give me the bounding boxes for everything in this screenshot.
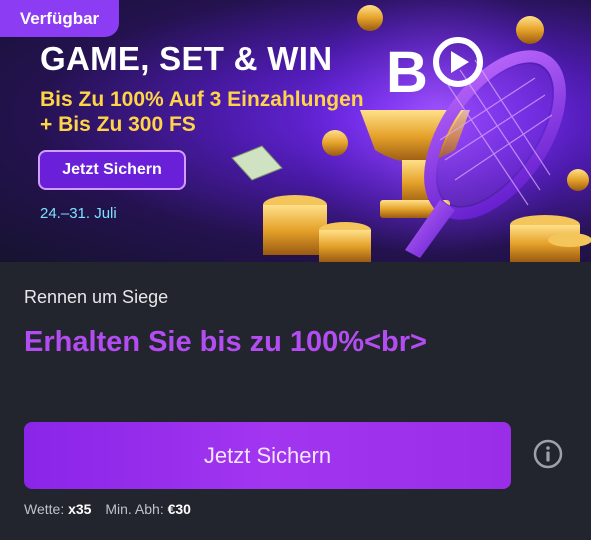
info-icon[interactable]	[533, 439, 563, 469]
bonus-terms: Wette: x35 Min. Abh: €30	[24, 501, 191, 517]
min-deposit-value: €30	[167, 501, 191, 517]
min-deposit-label: Min. Abh:	[105, 501, 164, 517]
svg-text:B: B	[386, 40, 428, 105]
promo-label: Rennen um Siege	[24, 287, 169, 307]
claim-bonus-button[interactable]: Jetzt Sichern	[24, 422, 511, 489]
banknote-icon	[231, 145, 283, 181]
promo-banner: B Verfügbar GAME, SET & WIN Bis Zu 100% …	[0, 0, 591, 262]
promo-dates: 24.–31. Juli	[40, 205, 117, 222]
promo-headline: Erhalten Sie bis zu 100%<br>	[24, 326, 427, 358]
banner-claim-button[interactable]: Jetzt Sichern	[38, 150, 186, 190]
wager-label: Wette:	[24, 501, 65, 517]
wager-value: x35	[68, 501, 92, 517]
banner-offer-line-2: + Bis Zu 300 FS	[40, 113, 196, 136]
availability-badge: Verfügbar	[0, 0, 119, 37]
promo-card: B Verfügbar GAME, SET & WIN Bis Zu 100% …	[0, 0, 591, 540]
banner-title: GAME, SET & WIN	[40, 40, 333, 77]
banner-offer-line-1: Bis Zu 100% Auf 3 Einzahlungen	[40, 88, 364, 111]
